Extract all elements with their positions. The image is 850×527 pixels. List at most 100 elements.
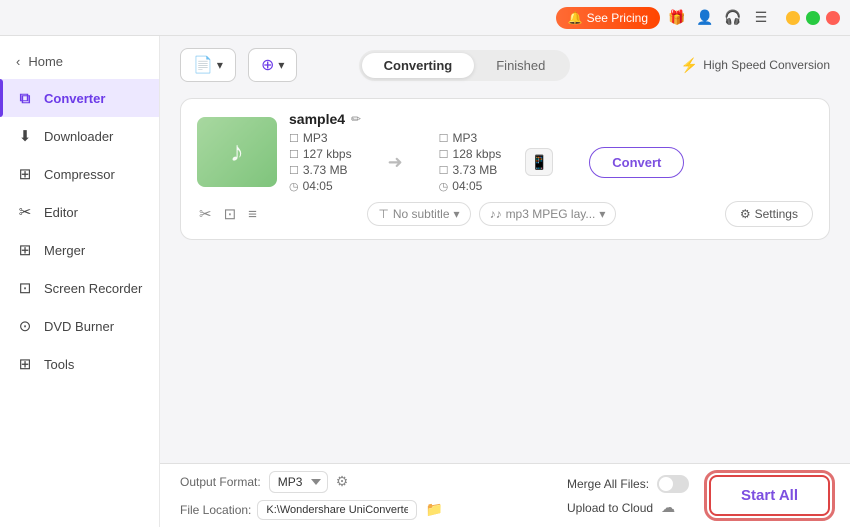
gift-icon[interactable]: 🎁 (666, 7, 688, 29)
add-url-chevron: ▾ (278, 58, 284, 72)
sidebar-item-tools[interactable]: ⊞ Tools (0, 345, 159, 383)
converter-icon: ⧉ (16, 89, 34, 107)
upload-cloud-icon[interactable]: ☁ (661, 499, 675, 516)
merge-all-toggle[interactable] (657, 475, 689, 493)
cut-icon[interactable]: ✂ (197, 203, 214, 225)
file-location-row: File Location: 📁 (180, 499, 547, 521)
output-format-row: Output Format: MP3 MP4 AAC ⚙ (180, 471, 547, 493)
output-bitrate: 128 kbps (453, 147, 502, 161)
sidebar-item-editor[interactable]: ✂ Editor (0, 193, 159, 231)
sidebar-item-downloader[interactable]: ⬇ Downloader (0, 117, 159, 155)
settings-gear-icon: ⚙ (740, 207, 751, 221)
sidebar-label-screen-recorder: Screen Recorder (44, 281, 142, 296)
sidebar-item-screen-recorder[interactable]: ⊡ Screen Recorder (0, 269, 159, 307)
format-icon: ☐ (289, 132, 299, 145)
sidebar-label-tools: Tools (44, 357, 74, 372)
tab-converting[interactable]: Converting (362, 53, 475, 78)
pricing-label: See Pricing (587, 11, 648, 25)
sidebar-label-dvd-burner: DVD Burner (44, 319, 114, 334)
add-url-button[interactable]: ⊕ ▾ (248, 48, 297, 82)
out-format-icon: ☐ (439, 132, 449, 145)
dvd-burner-icon: ⊙ (16, 317, 34, 335)
output-format-select[interactable]: MP3 MP4 AAC (269, 471, 328, 493)
headset-icon[interactable]: 🎧 (722, 7, 744, 29)
input-format-row: ☐ MP3 (289, 131, 352, 145)
file-name: sample4 (289, 111, 345, 127)
upload-cloud-row: Upload to Cloud ☁ (567, 499, 689, 516)
sidebar-item-compressor[interactable]: ⊞ Compressor (0, 155, 159, 193)
settings-label: Settings (755, 207, 798, 221)
file-location-input[interactable] (257, 500, 417, 520)
output-meta: ☐ MP3 ☐ 128 kbps ☐ 3.73 MB (439, 131, 502, 193)
output-duration: 04:05 (452, 179, 482, 193)
tools-icon: ⊞ (16, 355, 34, 373)
sidebar-item-converter[interactable]: ⧉ Converter (0, 79, 159, 117)
sidebar-label-compressor: Compressor (44, 167, 115, 182)
file-location-label: File Location: (180, 503, 251, 517)
convert-button[interactable]: Convert (589, 147, 684, 178)
sidebar-item-merger[interactable]: ⊞ Merger (0, 231, 159, 269)
lightning-icon: ⚡ (681, 57, 698, 74)
sidebar-label-merger: Merger (44, 243, 85, 258)
menu-icon[interactable]: ☰ (750, 7, 772, 29)
compressor-icon: ⊞ (16, 165, 34, 183)
output-duration-row: ◷ 04:05 (439, 179, 502, 193)
out-duration-icon: ◷ (439, 180, 449, 193)
output-format-label: Output Format: (180, 475, 261, 489)
device-icon[interactable]: 📱 (525, 148, 553, 176)
music-note-icon: ♪ (230, 136, 244, 168)
sidebar: ‹ Home ⧉ Converter ⬇ Downloader ⊞ Compre… (0, 36, 160, 527)
input-size-row: ☐ 3.73 MB (289, 163, 352, 177)
screen-recorder-icon: ⊡ (16, 279, 34, 297)
add-file-icon: 📄 (193, 55, 213, 75)
tab-finished[interactable]: Finished (474, 53, 567, 78)
titlebar: 🔔 See Pricing 🎁 👤 🎧 ☰ — □ ✕ (0, 0, 850, 36)
settings-button[interactable]: ⚙ Settings (725, 201, 813, 227)
start-all-button[interactable]: Start All (709, 475, 830, 516)
high-speed-info: ⚡ High Speed Conversion (681, 57, 830, 74)
file-actions: ✂ ⊡ ≡ ⊤ No subtitle ▾ ♪♪ mp3 MPEG lay...… (197, 201, 813, 227)
crop-icon[interactable]: ⊡ (222, 203, 239, 225)
duration-icon: ◷ (289, 180, 299, 193)
audio-dropdown[interactable]: ♪♪ mp3 MPEG lay... ▾ (479, 202, 617, 226)
folder-browse-icon[interactable]: 📁 (423, 499, 445, 521)
sidebar-item-dvd-burner[interactable]: ⊙ DVD Burner (0, 307, 159, 345)
edit-icon[interactable]: ✏ (351, 112, 361, 126)
back-icon: ‹ (16, 54, 20, 69)
file-name-row: sample4 ✏ (289, 111, 813, 127)
editor-icon: ✂ (16, 203, 34, 221)
file-info: sample4 ✏ ☐ MP3 ☐ 127 kbps (289, 111, 813, 193)
gift-icon: 🔔 (568, 11, 583, 25)
bitrate-icon: ☐ (289, 148, 299, 161)
output-format-settings-icon[interactable]: ⚙ (336, 473, 349, 490)
effect-icon[interactable]: ≡ (246, 204, 259, 225)
add-url-icon: ⊕ (261, 55, 274, 75)
close-button[interactable]: ✕ (826, 11, 840, 25)
subtitle-dropdown[interactable]: ⊤ No subtitle ▾ (367, 202, 470, 226)
file-card: ♪ sample4 ✏ ☐ MP3 (180, 98, 830, 240)
input-duration-row: ◷ 04:05 (289, 179, 352, 193)
output-size-row: ☐ 3.73 MB (439, 163, 502, 177)
user-icon[interactable]: 👤 (694, 7, 716, 29)
window-controls: — □ ✕ (786, 11, 840, 25)
input-bitrate-row: ☐ 127 kbps (289, 147, 352, 161)
minimize-button[interactable]: — (786, 11, 800, 25)
subtitle-icon: ⊤ (378, 207, 388, 221)
sidebar-label-downloader: Downloader (44, 129, 113, 144)
audio-placeholder: mp3 MPEG lay... (506, 207, 596, 221)
upload-cloud-label: Upload to Cloud (567, 501, 653, 515)
size-icon: ☐ (289, 164, 299, 177)
high-speed-label: High Speed Conversion (703, 58, 830, 72)
input-size: 3.73 MB (303, 163, 348, 177)
see-pricing-button[interactable]: 🔔 See Pricing (556, 7, 660, 29)
sidebar-home[interactable]: ‹ Home (0, 44, 159, 79)
maximize-button[interactable]: □ (806, 11, 820, 25)
add-files-button[interactable]: 📄 ▾ (180, 48, 236, 82)
toolbar: 📄 ▾ ⊕ ▾ Converting Finished ⚡ High Speed… (160, 36, 850, 90)
sidebar-label-editor: Editor (44, 205, 78, 220)
subtitle-placeholder: No subtitle (393, 207, 450, 221)
output-bitrate-row: ☐ 128 kbps (439, 147, 502, 161)
output-size: 3.73 MB (453, 163, 498, 177)
tab-group: Converting Finished (359, 50, 571, 81)
merge-all-row: Merge All Files: (567, 475, 689, 493)
